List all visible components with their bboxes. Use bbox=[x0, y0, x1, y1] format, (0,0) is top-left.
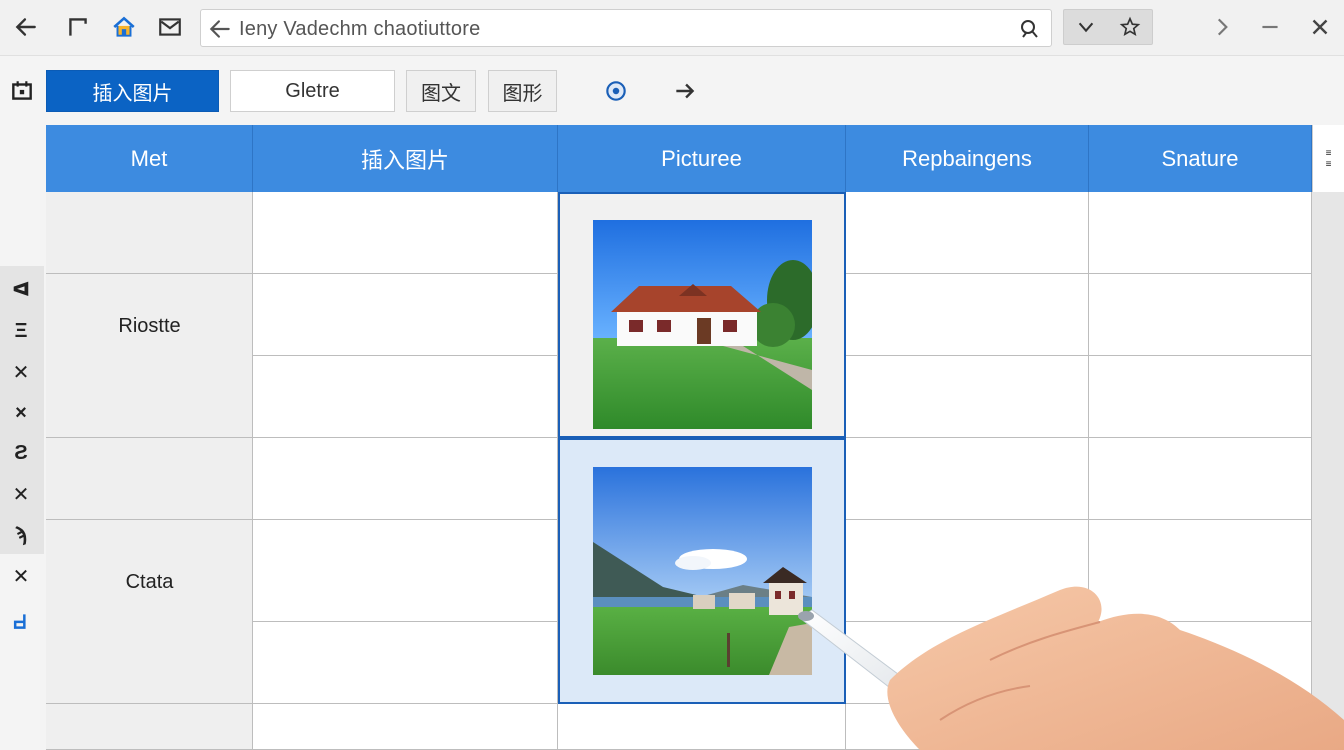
column-header-2[interactable]: 插入图片 bbox=[253, 125, 558, 192]
text-button[interactable]: 图文 bbox=[406, 70, 476, 112]
row-label-2: Ctata bbox=[125, 570, 174, 593]
table-cell[interactable] bbox=[253, 438, 558, 520]
picture-cell-house[interactable] bbox=[558, 192, 846, 438]
rail-item-7[interactable]: ϡ bbox=[6, 520, 36, 550]
style-field[interactable]: Gletre bbox=[230, 70, 395, 112]
address-toolbar: Ieny Vadechm chaotiuttore bbox=[0, 0, 1344, 56]
table-cell[interactable] bbox=[846, 192, 1089, 274]
nav-button-group bbox=[1063, 9, 1153, 45]
address-text: Ieny Vadechm chaotiuttore bbox=[239, 18, 481, 40]
shape-button[interactable]: 图形 bbox=[488, 70, 557, 112]
minimize-icon[interactable] bbox=[1252, 10, 1288, 44]
table-cell[interactable] bbox=[253, 192, 558, 274]
table-cell[interactable] bbox=[46, 438, 253, 520]
rail-item-2[interactable]: Ξ bbox=[6, 316, 36, 346]
hand-with-stylus bbox=[780, 570, 1344, 750]
table-cell[interactable] bbox=[846, 274, 1089, 356]
chevron-right-icon[interactable] bbox=[1204, 10, 1240, 44]
right-strip-line-1: ≡ bbox=[1325, 147, 1332, 159]
table-cell[interactable] bbox=[1089, 192, 1312, 274]
close-icon[interactable] bbox=[1302, 10, 1338, 44]
ribbon-toolbar: 插入图片 Gletre 图文 图形 bbox=[0, 56, 1344, 124]
back-arrow-icon[interactable] bbox=[8, 10, 44, 44]
record-icon[interactable] bbox=[598, 74, 634, 108]
window-corner-icon[interactable] bbox=[60, 10, 96, 44]
rail-item-3[interactable]: ✕ bbox=[6, 357, 36, 387]
insert-image-button[interactable]: 插入图片 bbox=[46, 70, 219, 112]
search-icon[interactable] bbox=[1017, 17, 1041, 41]
address-back-icon[interactable] bbox=[207, 16, 233, 42]
app-window: Ieny Vadechm chaotiuttore 插入图片 Gletre 图文… bbox=[0, 0, 1344, 750]
column-header-5[interactable]: Snature bbox=[1089, 125, 1312, 192]
table-cell[interactable] bbox=[1089, 356, 1312, 438]
forward-arrow-icon[interactable] bbox=[667, 74, 703, 108]
right-strip-line-2: ≡ bbox=[1325, 158, 1332, 170]
rail-item-6[interactable]: ✕ bbox=[6, 479, 36, 509]
rail-item-8[interactable]: ✕ bbox=[6, 561, 36, 591]
table-cell[interactable] bbox=[846, 438, 1089, 520]
right-strip-header[interactable]: ≡ ≡ bbox=[1312, 125, 1344, 192]
rail-item-5[interactable]: Ƨ bbox=[6, 438, 36, 468]
rail-item-blue-icon[interactable] bbox=[6, 606, 36, 636]
chevron-down-icon[interactable] bbox=[1071, 14, 1101, 40]
column-header-4[interactable]: Repbaingens bbox=[846, 125, 1089, 192]
home-icon[interactable] bbox=[106, 10, 142, 44]
row-label-1: Riostte bbox=[118, 314, 181, 337]
table-cell[interactable] bbox=[253, 520, 558, 622]
mail-icon[interactable] bbox=[152, 10, 188, 44]
calendar-icon[interactable] bbox=[4, 74, 40, 108]
table-cell[interactable] bbox=[1089, 274, 1312, 356]
table-cell[interactable] bbox=[253, 622, 558, 704]
table-cell[interactable] bbox=[253, 704, 558, 750]
address-input[interactable]: Ieny Vadechm chaotiuttore bbox=[200, 9, 1052, 47]
column-header-1[interactable]: Met bbox=[46, 125, 253, 192]
rail-item-4[interactable]: × bbox=[6, 398, 36, 428]
table-cell[interactable] bbox=[46, 192, 253, 274]
table-cell[interactable] bbox=[846, 356, 1089, 438]
house-image[interactable] bbox=[593, 220, 812, 429]
table-cell[interactable] bbox=[46, 704, 253, 750]
table-cell[interactable] bbox=[253, 356, 558, 438]
table-cell[interactable] bbox=[1089, 438, 1312, 520]
table-cell[interactable] bbox=[253, 274, 558, 356]
rail-item-1[interactable]: ᐊ bbox=[6, 274, 36, 304]
star-icon[interactable] bbox=[1115, 14, 1145, 40]
column-header-3[interactable]: Picturee bbox=[558, 125, 846, 192]
